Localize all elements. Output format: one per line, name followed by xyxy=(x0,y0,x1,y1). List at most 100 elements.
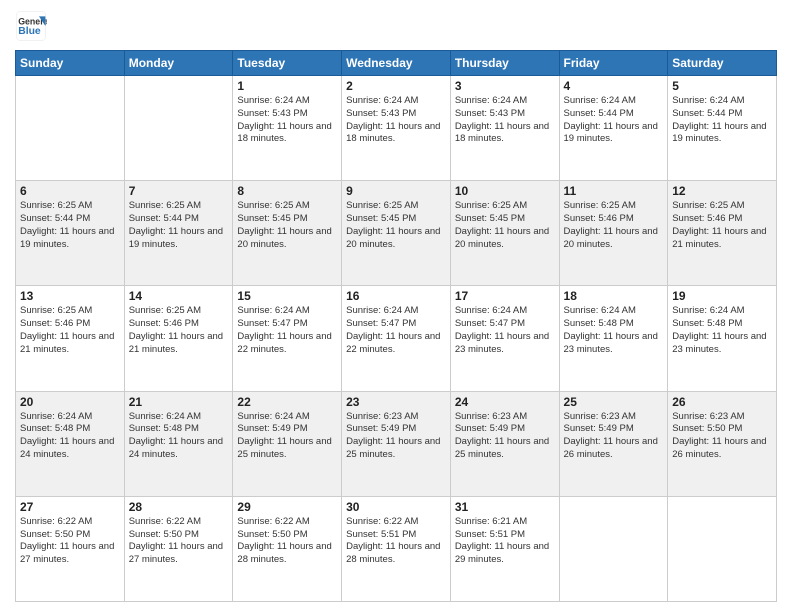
calendar-cell: 5 Sunrise: 6:24 AMSunset: 5:44 PMDaylight… xyxy=(668,76,777,181)
day-info: Sunrise: 6:23 AMSunset: 5:49 PMDaylight:… xyxy=(564,411,664,462)
calendar-cell: 24Sunrise: 6:23 AMSunset: 5:49 PMDayligh… xyxy=(450,391,559,496)
logo-icon: General Blue xyxy=(15,10,47,42)
day-number: 25 xyxy=(564,395,664,409)
calendar-cell xyxy=(124,76,233,181)
day-number: 7 xyxy=(129,184,229,198)
day-number: 16 xyxy=(346,289,446,303)
day-info: Sunrise: 6:25 AMSunset: 5:45 PMDaylight:… xyxy=(237,200,337,251)
calendar-table: SundayMondayTuesdayWednesdayThursdayFrid… xyxy=(15,50,777,602)
day-number: 12 xyxy=(672,184,772,198)
calendar-week-1: 1 Sunrise: 6:24 AMSunset: 5:43 PMDaylight… xyxy=(16,76,777,181)
day-info: Sunrise: 6:24 AMSunset: 5:48 PMDaylight:… xyxy=(20,411,120,462)
calendar-cell: 12Sunrise: 6:25 AMSunset: 5:46 PMDayligh… xyxy=(668,181,777,286)
weekday-header-monday: Monday xyxy=(124,51,233,76)
day-number: 4 xyxy=(564,79,664,93)
day-number: 29 xyxy=(237,500,337,514)
calendar-cell: 30 Sunrise: 6:22 AMSunset: 5:51 PMDayligh… xyxy=(342,496,451,601)
day-number: 27 xyxy=(20,500,120,514)
day-info: Sunrise: 6:25 AMSunset: 5:45 PMDaylight:… xyxy=(346,200,446,251)
calendar-cell: 18 Sunrise: 6:24 AMSunset: 5:48 PMDayligh… xyxy=(559,286,668,391)
logo: General Blue xyxy=(15,10,47,42)
calendar-cell: 11 Sunrise: 6:25 AMSunset: 5:46 PMDayligh… xyxy=(559,181,668,286)
day-number: 24 xyxy=(455,395,555,409)
day-info: Sunrise: 6:25 AMSunset: 5:44 PMDaylight:… xyxy=(129,200,229,251)
weekday-header-sunday: Sunday xyxy=(16,51,125,76)
weekday-header-wednesday: Wednesday xyxy=(342,51,451,76)
calendar-cell: 22 Sunrise: 6:24 AMSunset: 5:49 PMDayligh… xyxy=(233,391,342,496)
calendar-cell: 15 Sunrise: 6:24 AMSunset: 5:47 PMDayligh… xyxy=(233,286,342,391)
day-number: 19 xyxy=(672,289,772,303)
day-number: 6 xyxy=(20,184,120,198)
day-number: 10 xyxy=(455,184,555,198)
day-info: Sunrise: 6:24 AMSunset: 5:48 PMDaylight:… xyxy=(672,305,772,356)
calendar-cell: 19 Sunrise: 6:24 AMSunset: 5:48 PMDayligh… xyxy=(668,286,777,391)
day-number: 5 xyxy=(672,79,772,93)
calendar-cell: 9 Sunrise: 6:25 AMSunset: 5:45 PMDaylight… xyxy=(342,181,451,286)
day-info: Sunrise: 6:24 AMSunset: 5:43 PMDaylight:… xyxy=(237,95,337,146)
calendar-cell: 29 Sunrise: 6:22 AMSunset: 5:50 PMDayligh… xyxy=(233,496,342,601)
calendar-cell: 23Sunrise: 6:23 AMSunset: 5:49 PMDayligh… xyxy=(342,391,451,496)
day-number: 21 xyxy=(129,395,229,409)
page: General Blue SundayMondayTuesdayWednesda… xyxy=(0,0,792,612)
day-number: 1 xyxy=(237,79,337,93)
day-info: Sunrise: 6:24 AMSunset: 5:43 PMDaylight:… xyxy=(346,95,446,146)
day-info: Sunrise: 6:24 AMSunset: 5:49 PMDaylight:… xyxy=(237,411,337,462)
calendar-cell xyxy=(16,76,125,181)
calendar-week-5: 27 Sunrise: 6:22 AMSunset: 5:50 PMDayligh… xyxy=(16,496,777,601)
day-number: 13 xyxy=(20,289,120,303)
day-info: Sunrise: 6:25 AMSunset: 5:45 PMDaylight:… xyxy=(455,200,555,251)
day-info: Sunrise: 6:22 AMSunset: 5:50 PMDaylight:… xyxy=(129,516,229,567)
day-info: Sunrise: 6:24 AMSunset: 5:44 PMDaylight:… xyxy=(564,95,664,146)
day-info: Sunrise: 6:25 AMSunset: 5:46 PMDaylight:… xyxy=(564,200,664,251)
calendar-cell: 16 Sunrise: 6:24 AMSunset: 5:47 PMDayligh… xyxy=(342,286,451,391)
calendar-cell: 1 Sunrise: 6:24 AMSunset: 5:43 PMDaylight… xyxy=(233,76,342,181)
day-number: 18 xyxy=(564,289,664,303)
day-number: 9 xyxy=(346,184,446,198)
calendar-cell: 17Sunrise: 6:24 AMSunset: 5:47 PMDayligh… xyxy=(450,286,559,391)
svg-text:Blue: Blue xyxy=(18,26,41,37)
day-info: Sunrise: 6:22 AMSunset: 5:51 PMDaylight:… xyxy=(346,516,446,567)
day-info: Sunrise: 6:24 AMSunset: 5:47 PMDaylight:… xyxy=(455,305,555,356)
calendar-cell xyxy=(668,496,777,601)
calendar-week-3: 13Sunrise: 6:25 AMSunset: 5:46 PMDayligh… xyxy=(16,286,777,391)
day-info: Sunrise: 6:25 AMSunset: 5:44 PMDaylight:… xyxy=(20,200,120,251)
weekday-header-tuesday: Tuesday xyxy=(233,51,342,76)
day-number: 11 xyxy=(564,184,664,198)
day-number: 28 xyxy=(129,500,229,514)
day-info: Sunrise: 6:24 AMSunset: 5:47 PMDaylight:… xyxy=(346,305,446,356)
day-info: Sunrise: 6:24 AMSunset: 5:48 PMDaylight:… xyxy=(564,305,664,356)
calendar-cell: 3Sunrise: 6:24 AMSunset: 5:43 PMDaylight… xyxy=(450,76,559,181)
day-number: 8 xyxy=(237,184,337,198)
day-info: Sunrise: 6:24 AMSunset: 5:48 PMDaylight:… xyxy=(129,411,229,462)
calendar-cell: 4 Sunrise: 6:24 AMSunset: 5:44 PMDaylight… xyxy=(559,76,668,181)
calendar-week-2: 6 Sunrise: 6:25 AMSunset: 5:44 PMDaylight… xyxy=(16,181,777,286)
day-number: 22 xyxy=(237,395,337,409)
day-info: Sunrise: 6:24 AMSunset: 5:47 PMDaylight:… xyxy=(237,305,337,356)
day-number: 30 xyxy=(346,500,446,514)
calendar-header-row: SundayMondayTuesdayWednesdayThursdayFrid… xyxy=(16,51,777,76)
day-info: Sunrise: 6:24 AMSunset: 5:44 PMDaylight:… xyxy=(672,95,772,146)
calendar-cell: 2Sunrise: 6:24 AMSunset: 5:43 PMDaylight… xyxy=(342,76,451,181)
day-number: 15 xyxy=(237,289,337,303)
day-number: 26 xyxy=(672,395,772,409)
day-info: Sunrise: 6:22 AMSunset: 5:50 PMDaylight:… xyxy=(20,516,120,567)
day-info: Sunrise: 6:24 AMSunset: 5:43 PMDaylight:… xyxy=(455,95,555,146)
calendar-cell: 21 Sunrise: 6:24 AMSunset: 5:48 PMDayligh… xyxy=(124,391,233,496)
weekday-header-saturday: Saturday xyxy=(668,51,777,76)
calendar-cell: 27 Sunrise: 6:22 AMSunset: 5:50 PMDayligh… xyxy=(16,496,125,601)
calendar-week-4: 20Sunrise: 6:24 AMSunset: 5:48 PMDayligh… xyxy=(16,391,777,496)
calendar-cell: 8 Sunrise: 6:25 AMSunset: 5:45 PMDaylight… xyxy=(233,181,342,286)
day-number: 31 xyxy=(455,500,555,514)
weekday-header-friday: Friday xyxy=(559,51,668,76)
calendar-cell: 10 Sunrise: 6:25 AMSunset: 5:45 PMDayligh… xyxy=(450,181,559,286)
calendar-cell: 13Sunrise: 6:25 AMSunset: 5:46 PMDayligh… xyxy=(16,286,125,391)
calendar-cell: 6 Sunrise: 6:25 AMSunset: 5:44 PMDaylight… xyxy=(16,181,125,286)
header: General Blue xyxy=(15,10,777,42)
calendar-cell: 25 Sunrise: 6:23 AMSunset: 5:49 PMDayligh… xyxy=(559,391,668,496)
calendar-body: 1 Sunrise: 6:24 AMSunset: 5:43 PMDaylight… xyxy=(16,76,777,602)
day-info: Sunrise: 6:21 AMSunset: 5:51 PMDaylight:… xyxy=(455,516,555,567)
day-info: Sunrise: 6:22 AMSunset: 5:50 PMDaylight:… xyxy=(237,516,337,567)
calendar-cell: 28 Sunrise: 6:22 AMSunset: 5:50 PMDayligh… xyxy=(124,496,233,601)
day-info: Sunrise: 6:23 AMSunset: 5:49 PMDaylight:… xyxy=(346,411,446,462)
weekday-header-thursday: Thursday xyxy=(450,51,559,76)
